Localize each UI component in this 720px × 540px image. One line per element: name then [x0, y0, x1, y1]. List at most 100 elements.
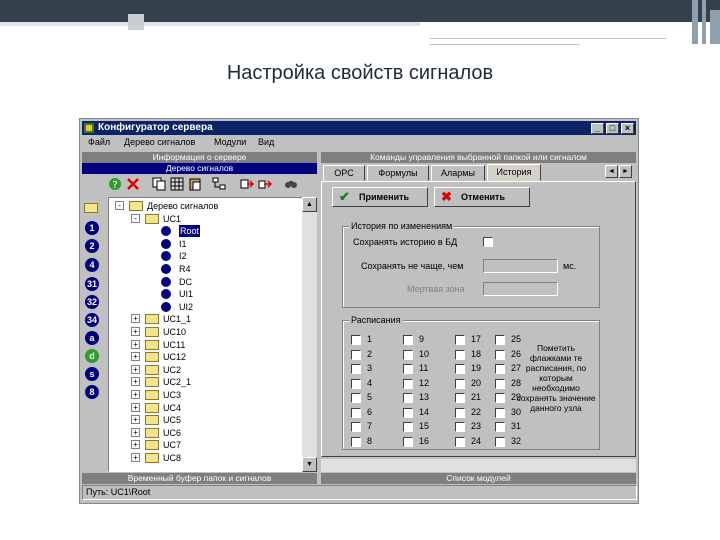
tab-opc[interactable]: OPC [323, 165, 365, 181]
schedule-checkbox[interactable] [403, 364, 413, 374]
schedule-checkbox[interactable] [351, 378, 361, 389]
collapse-icon[interactable]: - [131, 213, 140, 223]
expand-icon[interactable]: + [131, 415, 140, 425]
save-history-checkbox[interactable] [483, 237, 493, 247]
tab-scroll-right[interactable]: ► [619, 165, 632, 178]
schedule-checkbox[interactable] [403, 422, 413, 432]
apply-button[interactable]: ✔ Применить [332, 187, 428, 207]
tab-history[interactable]: История [487, 164, 541, 181]
expand-icon[interactable]: + [131, 453, 140, 462]
signal-type-icon[interactable]: 31 [85, 277, 99, 291]
schedule-checkbox[interactable] [403, 378, 413, 389]
tree-folder-node[interactable]: + UC11 [109, 339, 314, 351]
schedule-checkbox[interactable] [351, 436, 361, 447]
tab-alarms[interactable]: Алармы [431, 165, 485, 181]
expand-icon[interactable]: + [131, 364, 140, 374]
tree-folder-node[interactable]: + UC1_1 [109, 313, 314, 325]
expand-icon[interactable]: + [131, 339, 140, 349]
tree-folder-node[interactable]: + UC6 [109, 427, 314, 439]
schedule-checkbox[interactable] [495, 378, 505, 389]
expand-icon[interactable]: + [131, 314, 140, 324]
signal-type-icon[interactable]: 34 [85, 313, 99, 327]
schedule-checkbox[interactable] [495, 436, 505, 447]
interval-input[interactable] [483, 259, 558, 273]
schedule-checkbox[interactable] [351, 407, 361, 418]
schedule-checkbox[interactable] [403, 407, 413, 418]
schedule-checkbox[interactable] [351, 335, 361, 345]
schedule-checkbox[interactable] [455, 422, 465, 432]
tree-icon[interactable] [212, 177, 226, 191]
signal-type-icon[interactable]: 1 [85, 221, 99, 235]
signal-type-icon[interactable]: s [85, 367, 99, 381]
menu-file[interactable]: Файл [88, 137, 110, 147]
tree-vertical-scrollbar[interactable]: ▲ ▼ [302, 197, 317, 472]
schedule-checkbox[interactable] [495, 349, 505, 360]
tab-scroll-left[interactable]: ◄ [605, 165, 618, 178]
schedule-checkbox[interactable] [403, 393, 413, 403]
server-info-header[interactable]: Информация о сервере [82, 152, 317, 163]
tree-signal-node[interactable]: UI1 [109, 288, 314, 300]
tree-folder-node[interactable]: + UC7 [109, 439, 314, 451]
schedule-checkbox[interactable] [455, 407, 465, 418]
signal-tree[interactable]: - Дерево сигналов - UC1 Root I1 I2 R4 DC UI1 UI2 + U… [108, 197, 317, 472]
tree-folder-node[interactable]: - Дерево сигналов [109, 200, 314, 212]
minimize-button[interactable]: _ [591, 123, 604, 134]
tree-signal-node[interactable]: UI2 [109, 301, 314, 313]
paste-icon[interactable] [188, 177, 202, 191]
expand-icon[interactable]: + [131, 327, 140, 336]
expand-icon[interactable]: + [131, 390, 140, 399]
tab-horizontal-scrollbar[interactable] [321, 459, 636, 472]
expand-icon[interactable]: + [131, 427, 140, 437]
expand-icon[interactable]: + [131, 377, 140, 387]
delete-icon[interactable] [126, 177, 140, 191]
export-icon[interactable] [258, 177, 272, 191]
find-icon[interactable] [284, 177, 298, 191]
schedule-checkbox[interactable] [455, 436, 465, 447]
tree-folder-node[interactable]: + UC8 [109, 452, 314, 464]
schedule-checkbox[interactable] [495, 407, 505, 418]
menu-view[interactable]: Вид [258, 137, 274, 147]
deadband-input[interactable] [483, 282, 558, 296]
tree-signal-node[interactable]: R4 [109, 263, 314, 275]
tab-formulas[interactable]: Формулы [367, 165, 429, 181]
move-icon[interactable] [240, 177, 254, 191]
tree-folder-node[interactable]: - UC1 [109, 213, 314, 225]
signal-type-icon[interactable]: 4 [85, 258, 99, 272]
schedule-checkbox[interactable] [351, 364, 361, 374]
schedule-checkbox[interactable] [351, 422, 361, 432]
menu-signal-tree[interactable]: Дерево сигналов [124, 137, 195, 147]
signal-type-icon[interactable]: 2 [85, 239, 99, 253]
tree-folder-node[interactable]: + UC2_1 [109, 376, 314, 388]
folder-icon[interactable] [84, 203, 98, 213]
schedule-checkbox[interactable] [495, 422, 505, 432]
schedule-checkbox[interactable] [403, 349, 413, 360]
close-button[interactable]: × [621, 123, 634, 134]
tree-folder-node[interactable]: + UC3 [109, 389, 314, 401]
schedule-checkbox[interactable] [403, 335, 413, 345]
scroll-up-button[interactable]: ▲ [302, 197, 317, 212]
signal-type-icon[interactable]: 8 [85, 385, 99, 399]
expand-icon[interactable]: + [131, 440, 140, 450]
signal-type-icon[interactable]: a [85, 331, 99, 345]
module-list-header[interactable]: Список модулей [321, 473, 636, 484]
tree-folder-node[interactable]: + UC5 [109, 414, 314, 426]
schedule-checkbox[interactable] [495, 335, 505, 345]
schedule-checkbox[interactable] [455, 349, 465, 360]
grid-icon[interactable] [170, 177, 184, 191]
tree-folder-node[interactable]: + UC12 [109, 351, 314, 363]
expand-icon[interactable]: + [131, 352, 140, 362]
scroll-down-button[interactable]: ▼ [302, 457, 317, 472]
menu-modules[interactable]: Модули [214, 137, 246, 147]
tree-signal-node[interactable]: I2 [109, 250, 314, 262]
title-bar[interactable]: Конфигуратор сервера _ □ × [82, 121, 636, 135]
cancel-button[interactable]: ✖ Отменить [434, 187, 530, 207]
maximize-button[interactable]: □ [606, 123, 619, 134]
schedule-checkbox[interactable] [495, 393, 505, 403]
schedule-checkbox[interactable] [455, 393, 465, 403]
copy-icon[interactable] [152, 177, 166, 191]
expand-icon[interactable]: + [131, 402, 140, 412]
collapse-icon[interactable]: - [115, 201, 124, 210]
schedule-checkbox[interactable] [495, 364, 505, 374]
tree-folder-node[interactable]: + UC4 [109, 402, 314, 414]
schedule-checkbox[interactable] [455, 335, 465, 345]
